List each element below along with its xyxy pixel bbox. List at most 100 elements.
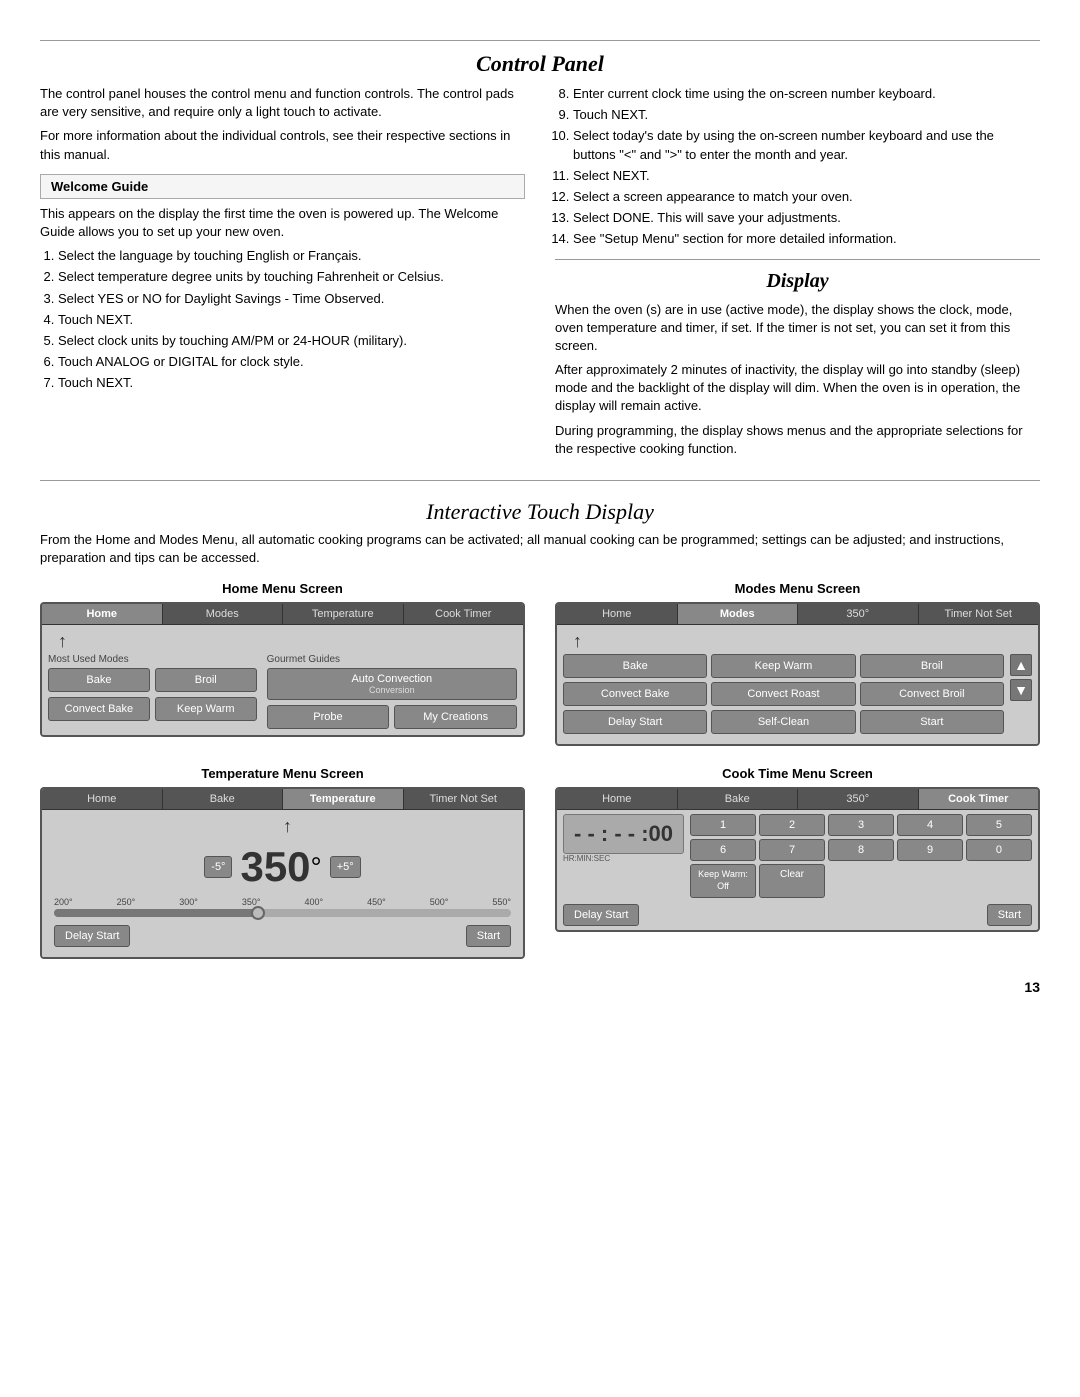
cooktime-num-9[interactable]: 9	[897, 839, 963, 861]
home-most-used: Most Used Modes Bake Broil Convect Bake …	[48, 654, 257, 729]
home-tab-home[interactable]: Home	[42, 604, 163, 624]
cooktime-screen: Home Bake 350° Cook Timer - - : - - :00 …	[555, 787, 1040, 931]
cooktime-num-3[interactable]: 3	[828, 814, 894, 836]
convect-bake-button[interactable]: Convect Bake	[48, 697, 150, 721]
temp-arrow-up: ↑	[48, 816, 517, 837]
screens-grid: Home Menu Screen Home Modes Temperature …	[40, 581, 1040, 959]
welcome-guide-desc: This appears on the display the first ti…	[40, 205, 525, 241]
home-screen-label: Home Menu Screen	[40, 581, 525, 596]
temp-tab-timer[interactable]: Timer Not Set	[404, 789, 524, 809]
home-nav-bar: Home Modes Temperature Cook Timer	[42, 604, 523, 625]
modes-delay-start-btn[interactable]: Delay Start	[563, 710, 707, 734]
home-tab-temperature[interactable]: Temperature	[283, 604, 404, 624]
step-13: Select DONE. This will save your adjustm…	[573, 209, 1040, 227]
home-tab-modes[interactable]: Modes	[163, 604, 284, 624]
modes-keepwarm-btn[interactable]: Keep Warm	[711, 654, 855, 678]
modes-screen: Home Modes 350° Timer Not Set ↑ Bake Kee…	[555, 602, 1040, 746]
cooktime-tab-bake[interactable]: Bake	[678, 789, 799, 809]
temp-tab-temperature[interactable]: Temperature	[283, 789, 404, 809]
temp-minus-btn[interactable]: -5°	[204, 856, 232, 878]
modes-buttons-area: Bake Keep Warm Broil Convect Bake Convec…	[563, 654, 1004, 738]
itd-title: Interactive Touch Display	[40, 499, 1040, 525]
probe-mycreations-row: Probe My Creations	[267, 705, 517, 729]
control-panel-para2: For more information about the individua…	[40, 127, 525, 163]
temp-delay-start-btn[interactable]: Delay Start	[54, 925, 130, 947]
temp-slider-thumb[interactable]	[251, 906, 265, 920]
cooktime-time-display: - - : - - :00	[563, 814, 684, 854]
temp-value: 350	[240, 843, 310, 890]
modes-tab-timer[interactable]: Timer Not Set	[919, 604, 1039, 624]
cooktime-nav-bar: Home Bake 350° Cook Timer	[557, 789, 1038, 810]
cooktime-num-4[interactable]: 4	[897, 814, 963, 836]
modes-convect-broil-btn[interactable]: Convect Broil	[860, 682, 1004, 706]
cooktime-tab-timer[interactable]: Cook Timer	[919, 789, 1039, 809]
modes-start-btn[interactable]: Start	[860, 710, 1004, 734]
keep-warm-button[interactable]: Keep Warm	[155, 697, 257, 721]
modes-tab-modes[interactable]: Modes	[678, 604, 799, 624]
step-14: See "Setup Menu" section for more detail…	[573, 230, 1040, 248]
modes-bake-btn[interactable]: Bake	[563, 654, 707, 678]
step-6: Touch ANALOG or DIGITAL for clock style.	[58, 353, 525, 371]
itd-desc: From the Home and Modes Menu, all automa…	[40, 531, 1040, 567]
temp-screen: Home Bake Temperature Timer Not Set ↑ -5…	[40, 787, 525, 959]
cooktime-delay-start-btn[interactable]: Delay Start	[563, 904, 639, 926]
temp-screen-block: Temperature Menu Screen Home Bake Temper…	[40, 766, 525, 959]
temp-value-display: 350°	[240, 843, 321, 891]
scroll-down-btn[interactable]: ▼	[1010, 679, 1032, 701]
modes-row2: Convect Bake Convect Roast Convect Broil	[563, 682, 1004, 706]
step-4: Touch NEXT.	[58, 311, 525, 329]
cooktime-num-2[interactable]: 2	[759, 814, 825, 836]
cooktime-num-1[interactable]: 1	[690, 814, 756, 836]
step-11: Select NEXT.	[573, 167, 1040, 185]
modes-convect-bake-btn[interactable]: Convect Bake	[563, 682, 707, 706]
probe-button[interactable]: Probe	[267, 705, 390, 729]
modes-tab-temp[interactable]: 350°	[798, 604, 919, 624]
cooktime-tab-temp[interactable]: 350°	[798, 789, 919, 809]
left-column: The control panel houses the control men…	[40, 85, 525, 464]
temp-nav-bar: Home Bake Temperature Timer Not Set	[42, 789, 523, 810]
temp-plus-btn[interactable]: +5°	[330, 856, 361, 878]
step-10: Select today's date by using the on-scre…	[573, 127, 1040, 163]
home-gourmet: Gourmet Guides Auto Convection Conversio…	[267, 654, 517, 729]
modes-scroll-buttons: ▲ ▼	[1010, 654, 1032, 701]
cooktime-clear-btn[interactable]: Clear	[759, 864, 825, 897]
temp-tab-bake[interactable]: Bake	[163, 789, 284, 809]
home-tab-cooktimer[interactable]: Cook Timer	[404, 604, 524, 624]
my-creations-button[interactable]: My Creations	[394, 705, 517, 729]
auto-conv-button[interactable]: Auto Convection Conversion	[267, 668, 517, 700]
cooktime-start-btn[interactable]: Start	[987, 904, 1032, 926]
display-title: Display	[555, 270, 1040, 293]
scroll-up-btn[interactable]: ▲	[1010, 654, 1032, 676]
step-5: Select clock units by touching AM/PM or …	[58, 332, 525, 350]
cooktime-num-5[interactable]: 5	[966, 814, 1032, 836]
broil-button[interactable]: Broil	[155, 668, 257, 692]
modes-row1: Bake Keep Warm Broil	[563, 654, 1004, 678]
cooktime-num-0[interactable]: 0	[966, 839, 1032, 861]
cooktime-tab-home[interactable]: Home	[557, 789, 678, 809]
step-7: Touch NEXT.	[58, 374, 525, 392]
cooktime-num-6[interactable]: 6	[690, 839, 756, 861]
temp-display-row: -5° 350° +5°	[48, 843, 517, 891]
step-1: Select the language by touching English …	[58, 247, 525, 265]
modes-convect-roast-btn[interactable]: Convect Roast	[711, 682, 855, 706]
bake-button[interactable]: Bake	[48, 668, 150, 692]
cooktime-bottom: Delay Start Start	[563, 904, 1032, 926]
home-screen-block: Home Menu Screen Home Modes Temperature …	[40, 581, 525, 746]
step-2: Select temperature degree units by touch…	[58, 268, 525, 286]
temp-scale-bar: 200° 250° 300° 350° 400° 450° 500° 550°	[54, 897, 511, 917]
temp-start-btn[interactable]: Start	[466, 925, 511, 947]
cooktime-keepwarm-btn[interactable]: Keep Warm:Off	[690, 864, 756, 897]
cooktime-screen-label: Cook Time Menu Screen	[555, 766, 1040, 781]
display-para3: During programming, the display shows me…	[555, 422, 1040, 458]
step-9: Touch NEXT.	[573, 106, 1040, 124]
modes-tab-home[interactable]: Home	[557, 604, 678, 624]
temp-tab-home[interactable]: Home	[42, 789, 163, 809]
cooktime-num-7[interactable]: 7	[759, 839, 825, 861]
modes-broil-btn[interactable]: Broil	[860, 654, 1004, 678]
cooktime-display-area: - - : - - :00 HR:MIN:SEC 1 2 3 4 5 6 7	[563, 814, 1032, 897]
modes-self-clean-btn[interactable]: Self-Clean	[711, 710, 855, 734]
gourmet-label: Gourmet Guides	[267, 654, 517, 665]
temp-slider-track[interactable]	[54, 909, 511, 917]
cooktime-num-8[interactable]: 8	[828, 839, 894, 861]
temp-screen-label: Temperature Menu Screen	[40, 766, 525, 781]
